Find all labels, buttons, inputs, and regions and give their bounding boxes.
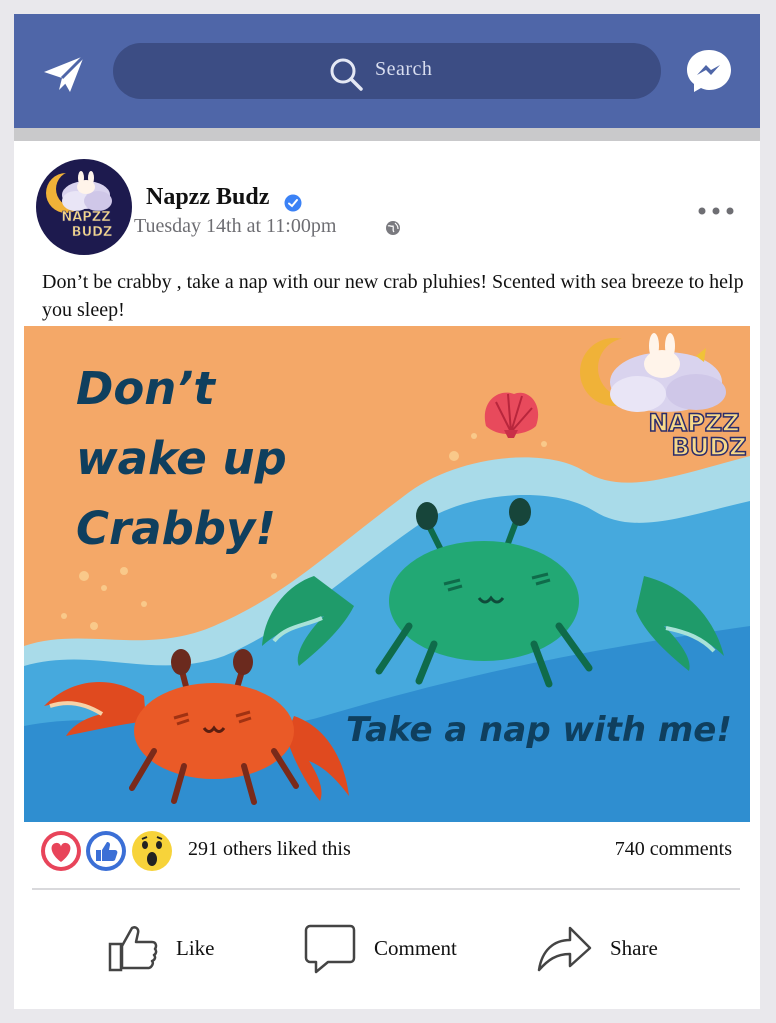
verified-badge-icon	[284, 194, 302, 212]
post-timestamp[interactable]: Tuesday 14th at 11:00pm	[134, 215, 336, 238]
comment-icon	[304, 924, 356, 974]
globe-icon	[386, 221, 400, 235]
search-icon	[330, 58, 363, 91]
likes-count[interactable]: 291 others liked this	[188, 838, 351, 861]
messenger-icon[interactable]	[686, 48, 732, 94]
search-placeholder: Search	[375, 58, 433, 80]
green-crab	[262, 498, 724, 688]
thumbs-up-icon	[108, 926, 158, 972]
post-text: Don’t be crabby , take a nap with our ne…	[42, 271, 744, 321]
image-tagline: Take a nap with me!	[346, 710, 732, 750]
paper-plane-icon[interactable]	[40, 52, 88, 96]
like-icon	[86, 831, 126, 871]
like-button[interactable]: Like	[108, 918, 214, 978]
phone-frame: Search NAPZZ BUDZ Napzz Budz Tuesday 14t…	[14, 14, 760, 1009]
love-icon	[41, 831, 81, 871]
like-label: Like	[176, 935, 215, 960]
share-button[interactable]: Share	[536, 918, 658, 978]
svg-text:BUDZ: BUDZ	[72, 225, 113, 240]
comment-label: Comment	[374, 935, 457, 960]
more-options-icon[interactable]	[696, 204, 736, 218]
avatar[interactable]: NAPZZ BUDZ	[36, 159, 132, 255]
share-arrow-icon	[537, 926, 592, 972]
comments-count[interactable]: 740 comments	[615, 838, 732, 861]
author-name[interactable]: Napzz Budz	[146, 184, 269, 211]
comment-button[interactable]: Comment	[304, 918, 457, 978]
post-image[interactable]: Don’t wake up Crabby! NAPZZ BUDZ Take a …	[24, 326, 750, 822]
top-bar: Search	[14, 14, 760, 128]
red-crab	[44, 649, 349, 805]
avatar-logo-text: NAPZZ	[61, 210, 110, 225]
share-label: Share	[610, 935, 658, 960]
search-input[interactable]: Search	[113, 43, 661, 99]
wow-icon	[132, 831, 172, 871]
header-divider	[14, 128, 760, 141]
actions-divider	[32, 888, 740, 890]
reaction-icons[interactable]	[40, 830, 176, 872]
